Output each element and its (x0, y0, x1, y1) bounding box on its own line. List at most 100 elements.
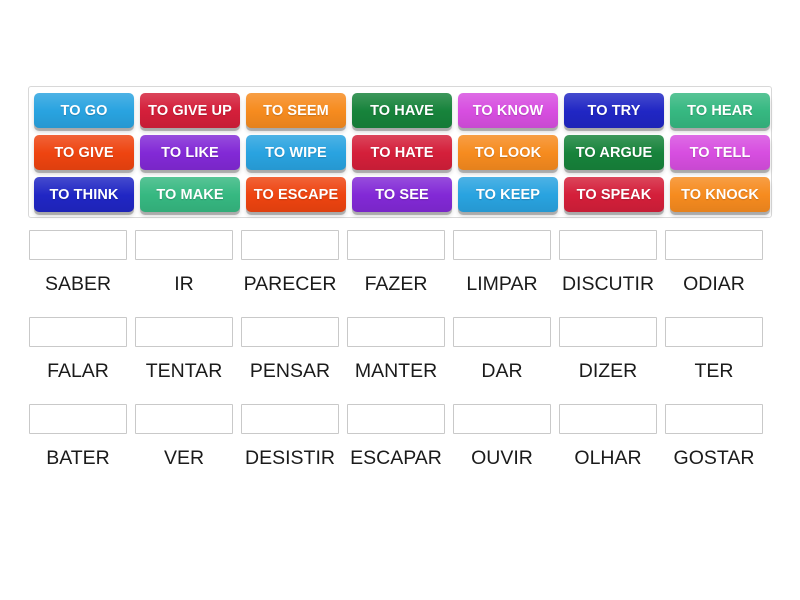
word-tile-label: TO KNOW (472, 102, 544, 119)
answer-cell: PARECER (240, 230, 340, 295)
prompt-word: MANTER (354, 360, 438, 382)
activity-canvas: TO GO TO GIVE UP TO SEEM TO HAVE TO KNOW… (0, 0, 800, 600)
drop-box[interactable] (559, 404, 657, 434)
word-tile[interactable]: TO WIPE (246, 135, 346, 170)
word-tile-label: TO ARGUE (575, 144, 653, 161)
drop-box[interactable] (559, 230, 657, 260)
prompt-word: GOSTAR (673, 447, 755, 469)
prompt-word: DESISTIR (245, 447, 335, 469)
prompt-word: VER (163, 447, 205, 469)
answer-cell: GOSTAR (664, 404, 764, 469)
answer-cell: OLHAR (558, 404, 658, 469)
word-tile[interactable]: TO ESCAPE (246, 177, 346, 212)
answer-cell: FALAR (28, 317, 128, 382)
prompt-word: SABER (44, 273, 112, 295)
word-tile[interactable]: TO HATE (352, 135, 452, 170)
prompt-word: OUVIR (471, 447, 533, 469)
answer-row: BATER VER DESISTIR ESCAPAR OUVIR OLHAR G… (28, 404, 772, 469)
drop-box[interactable] (665, 404, 763, 434)
drop-box[interactable] (29, 317, 127, 347)
drop-box[interactable] (29, 230, 127, 260)
word-tile[interactable]: TO TELL (670, 135, 770, 170)
drop-box[interactable] (29, 404, 127, 434)
word-tile[interactable]: TO SEE (352, 177, 452, 212)
answer-cell: OUVIR (452, 404, 552, 469)
word-tile[interactable]: TO ARGUE (564, 135, 664, 170)
word-tile-label: TO GIVE UP (148, 102, 232, 119)
word-tile-label: TO THINK (49, 186, 119, 203)
drop-box[interactable] (241, 317, 339, 347)
word-tile-label: TO TELL (689, 144, 751, 161)
answer-cell: TER (664, 317, 764, 382)
answer-cell: MANTER (346, 317, 446, 382)
answer-cell: ESCAPAR (346, 404, 446, 469)
word-tile-label: TO LOOK (474, 144, 542, 161)
drop-box[interactable] (453, 317, 551, 347)
word-tile-label: TO WIPE (265, 144, 327, 161)
word-tile[interactable]: TO LOOK (458, 135, 558, 170)
prompt-word: BATER (46, 447, 110, 469)
word-tile[interactable]: TO GO (34, 93, 134, 128)
word-tile[interactable]: TO SPEAK (564, 177, 664, 212)
word-tile-label: TO SEEM (263, 102, 329, 119)
answer-grid: SABER IR PARECER FAZER LIMPAR DISCUTIR O… (28, 230, 772, 491)
word-tile-label: TO MAKE (156, 186, 224, 203)
drop-box[interactable] (241, 404, 339, 434)
prompt-word: ESCAPAR (350, 447, 442, 469)
prompt-word: DIZER (578, 360, 638, 382)
drop-box[interactable] (347, 230, 445, 260)
word-tile-label: TO GO (60, 102, 108, 119)
word-tile-label: TO SEE (375, 186, 429, 203)
answer-cell: DESISTIR (240, 404, 340, 469)
prompt-word: OLHAR (574, 447, 642, 469)
answer-cell: IR (134, 230, 234, 295)
answer-cell: LIMPAR (452, 230, 552, 295)
prompt-word: TENTAR (145, 360, 223, 382)
answer-cell: BATER (28, 404, 128, 469)
word-tile[interactable]: TO MAKE (140, 177, 240, 212)
prompt-word: FAZER (364, 273, 428, 295)
word-tile[interactable]: TO KNOCK (670, 177, 770, 212)
word-tile[interactable]: TO KEEP (458, 177, 558, 212)
word-tile-label: TO LIKE (161, 144, 219, 161)
word-tile-label: TO TRY (587, 102, 641, 119)
tile-row: TO THINK TO MAKE TO ESCAPE TO SEE TO KEE… (34, 177, 770, 217)
prompt-word: FALAR (47, 360, 109, 382)
drop-box[interactable] (559, 317, 657, 347)
word-tile[interactable]: TO HEAR (670, 93, 770, 128)
prompt-word: IR (174, 273, 194, 295)
answer-cell: DIZER (558, 317, 658, 382)
answer-cell: ODIAR (664, 230, 764, 295)
word-tile[interactable]: TO TRY (564, 93, 664, 128)
word-tile[interactable]: TO THINK (34, 177, 134, 212)
word-tile[interactable]: TO LIKE (140, 135, 240, 170)
prompt-word: TER (694, 360, 734, 382)
word-tile[interactable]: TO HAVE (352, 93, 452, 128)
answer-row: FALAR TENTAR PENSAR MANTER DAR DIZER TER (28, 317, 772, 382)
drop-box[interactable] (453, 404, 551, 434)
prompt-word: DISCUTIR (561, 273, 655, 295)
drop-box[interactable] (665, 230, 763, 260)
drop-box[interactable] (347, 317, 445, 347)
word-tile[interactable]: TO KNOW (458, 93, 558, 128)
drop-box[interactable] (241, 230, 339, 260)
word-tile-label: TO GIVE (54, 144, 114, 161)
answer-cell: TENTAR (134, 317, 234, 382)
word-tile[interactable]: TO GIVE (34, 135, 134, 170)
answer-cell: VER (134, 404, 234, 469)
tile-row: TO GIVE TO LIKE TO WIPE TO HATE TO LOOK … (34, 135, 770, 175)
prompt-word: PENSAR (249, 360, 331, 382)
drop-box[interactable] (135, 317, 233, 347)
word-tile-label: TO SPEAK (576, 186, 652, 203)
word-tile-label: TO HAVE (370, 102, 434, 119)
word-tile-label: TO ESCAPE (253, 186, 339, 203)
drop-box[interactable] (665, 317, 763, 347)
word-tile[interactable]: TO GIVE UP (140, 93, 240, 128)
drop-box[interactable] (347, 404, 445, 434)
prompt-word: ODIAR (683, 273, 745, 295)
drop-box[interactable] (135, 404, 233, 434)
prompt-word: DAR (481, 360, 523, 382)
drop-box[interactable] (453, 230, 551, 260)
word-tile[interactable]: TO SEEM (246, 93, 346, 128)
drop-box[interactable] (135, 230, 233, 260)
